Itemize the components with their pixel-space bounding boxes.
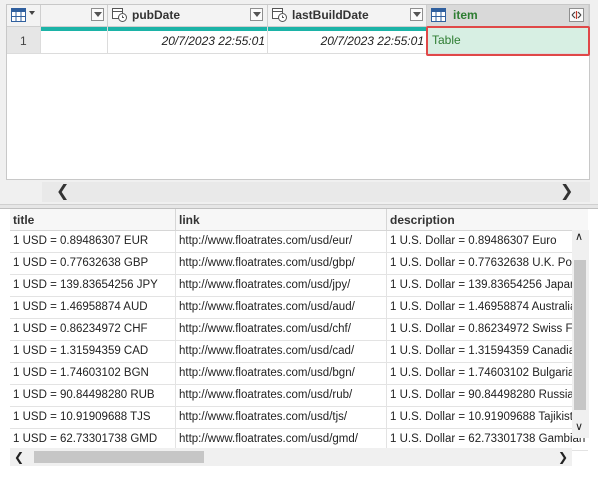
table-cell[interactable]	[41, 27, 108, 54]
column-filter-button[interactable]	[410, 8, 423, 21]
table-row[interactable]: 1 USD = 10.91909688 TJS http://www.floatr…	[10, 407, 588, 429]
cell-title[interactable]: 1 USD = 10.91909688 TJS	[10, 407, 176, 429]
cell-link[interactable]: http://www.floatrates.com/usd/eur/	[176, 231, 387, 253]
table-row[interactable]: 1 USD = 0.89486307 EUR http://www.floatra…	[10, 231, 588, 253]
pubdate-value: 20/7/2023 22:55:01	[161, 34, 265, 48]
preview-rows: 1 USD = 0.89486307 EUR http://www.floatra…	[10, 231, 588, 477]
cell-title[interactable]: 1 USD = 0.86234972 CHF	[10, 319, 176, 341]
table-row[interactable]: 1 USD = 90.84498280 RUB http://www.floatr…	[10, 385, 588, 407]
scroll-right-icon[interactable]: ❯	[558, 448, 568, 466]
cell-title[interactable]: 1 USD = 90.84498280 RUB	[10, 385, 176, 407]
column-header-unnamed[interactable]	[41, 5, 108, 26]
cell-description[interactable]: 1 U.S. Dollar = 1.46958874 Australian	[387, 297, 588, 319]
chevron-down-icon	[29, 11, 35, 15]
horizontal-scrollbar[interactable]: ❮ ❯	[42, 182, 590, 202]
cell-link[interactable]: http://www.floatrates.com/usd/gbp/	[176, 253, 387, 275]
scroll-left-icon[interactable]: ❮	[56, 182, 69, 202]
column-filter-button[interactable]	[250, 8, 263, 21]
table-row[interactable]: 1 USD = 0.86234972 CHF http://www.floatra…	[10, 319, 588, 341]
preview-header-row: title link description	[10, 209, 588, 231]
datetime-icon	[272, 8, 287, 22]
query-grid: pubDate lastBuildDate item 1 20/7/2023 2…	[6, 4, 590, 180]
column-header-pubdate[interactable]: pubDate	[108, 5, 268, 26]
cell-description[interactable]: 1 U.S. Dollar = 1.74603102 Bulgarian L	[387, 363, 588, 385]
table-menu-cell[interactable]	[7, 5, 41, 26]
preview-header-link: link	[176, 209, 387, 231]
cell-link[interactable]: http://www.floatrates.com/usd/aud/	[176, 297, 387, 319]
cell-description[interactable]: 1 U.S. Dollar = 0.77632638 U.K. Pound	[387, 253, 588, 275]
column-filter-button[interactable]	[91, 8, 104, 21]
table-icon[interactable]	[11, 8, 26, 22]
column-header-item[interactable]: item	[427, 5, 589, 26]
cell-description[interactable]: 1 U.S. Dollar = 139.83654256 Japanes	[387, 275, 588, 297]
expand-icon	[571, 11, 582, 19]
column-header-row: pubDate lastBuildDate item	[7, 5, 589, 27]
query-preview-pane: pubDate lastBuildDate item 1 20/7/2023 2…	[0, 0, 598, 204]
cell-link[interactable]: http://www.floatrates.com/usd/rub/	[176, 385, 387, 407]
cell-link[interactable]: http://www.floatrates.com/usd/jpy/	[176, 275, 387, 297]
preview-header-description: description	[390, 213, 455, 227]
table-row[interactable]: 1 USD = 1.46958874 AUD http://www.floatra…	[10, 297, 588, 319]
cell-title[interactable]: 1 USD = 0.77632638 GBP	[10, 253, 176, 275]
table-cell[interactable]: 20/7/2023 22:55:01	[108, 27, 268, 54]
expand-column-button[interactable]	[569, 8, 584, 22]
table-row[interactable]: 1 USD = 1.74603102 BGN http://www.floatra…	[10, 363, 588, 385]
cell-title[interactable]: 1 USD = 1.31594359 CAD	[10, 341, 176, 363]
column-quality-bar	[41, 27, 107, 31]
horizontal-scrollbar[interactable]: ❮ ❯	[10, 448, 572, 466]
cell-description[interactable]: 1 U.S. Dollar = 0.86234972 Swiss Fran	[387, 319, 588, 341]
cell-title[interactable]: 1 USD = 0.89486307 EUR	[10, 231, 176, 253]
cell-description[interactable]: 1 U.S. Dollar = 90.84498280 Russian R	[387, 385, 588, 407]
table-row[interactable]: 1 USD = 0.77632638 GBP http://www.floatra…	[10, 253, 588, 275]
highlight-box	[426, 26, 590, 56]
table-cell[interactable]: 20/7/2023 22:55:01	[268, 27, 427, 54]
scroll-left-icon[interactable]: ❮	[14, 448, 24, 466]
table-icon	[431, 8, 446, 22]
scroll-right-icon[interactable]: ❯	[560, 182, 573, 202]
cell-title[interactable]: 1 USD = 1.74603102 BGN	[10, 363, 176, 385]
column-quality-bar	[268, 27, 426, 31]
cell-link[interactable]: http://www.floatrates.com/usd/chf/	[176, 319, 387, 341]
cell-description[interactable]: 1 U.S. Dollar = 1.31594359 Canadian D	[387, 341, 588, 363]
scroll-down-icon[interactable]: ∨	[575, 420, 583, 433]
preview-table: title link description 1 USD = 0.8948630…	[10, 209, 588, 477]
cell-description[interactable]: 1 U.S. Dollar = 10.91909688 Tajikistan	[387, 407, 588, 429]
scrollbar-thumb[interactable]	[574, 260, 586, 410]
column-quality-bar	[108, 27, 267, 31]
table-row[interactable]: 1 USD = 1.31594359 CAD http://www.floatra…	[10, 341, 588, 363]
cell-link[interactable]: http://www.floatrates.com/usd/tjs/	[176, 407, 387, 429]
cell-title[interactable]: 1 USD = 1.46958874 AUD	[10, 297, 176, 319]
cell-preview-pane: title link description 1 USD = 0.8948630…	[0, 208, 598, 476]
datetime-icon	[112, 8, 127, 22]
table-row[interactable]: 1 USD = 139.83654256 JPY http://www.float…	[10, 275, 588, 297]
vertical-scrollbar[interactable]: ∧ ∨	[572, 230, 589, 438]
cell-title[interactable]: 1 USD = 139.83654256 JPY	[10, 275, 176, 297]
cell-description[interactable]: 1 U.S. Dollar = 0.89486307 Euro	[387, 231, 588, 253]
row-number: 1	[7, 27, 41, 54]
lastbuilddate-value: 20/7/2023 22:55:01	[320, 34, 424, 48]
column-header-label: lastBuildDate	[292, 8, 369, 22]
column-header-label: item	[453, 8, 478, 22]
scroll-up-icon[interactable]: ∧	[575, 230, 583, 243]
column-header-label: pubDate	[132, 8, 180, 22]
cell-link[interactable]: http://www.floatrates.com/usd/cad/	[176, 341, 387, 363]
scrollbar-thumb[interactable]	[34, 451, 204, 463]
preview-header-title: title	[10, 209, 176, 231]
cell-link[interactable]: http://www.floatrates.com/usd/bgn/	[176, 363, 387, 385]
column-header-lastbuilddate[interactable]: lastBuildDate	[268, 5, 427, 26]
